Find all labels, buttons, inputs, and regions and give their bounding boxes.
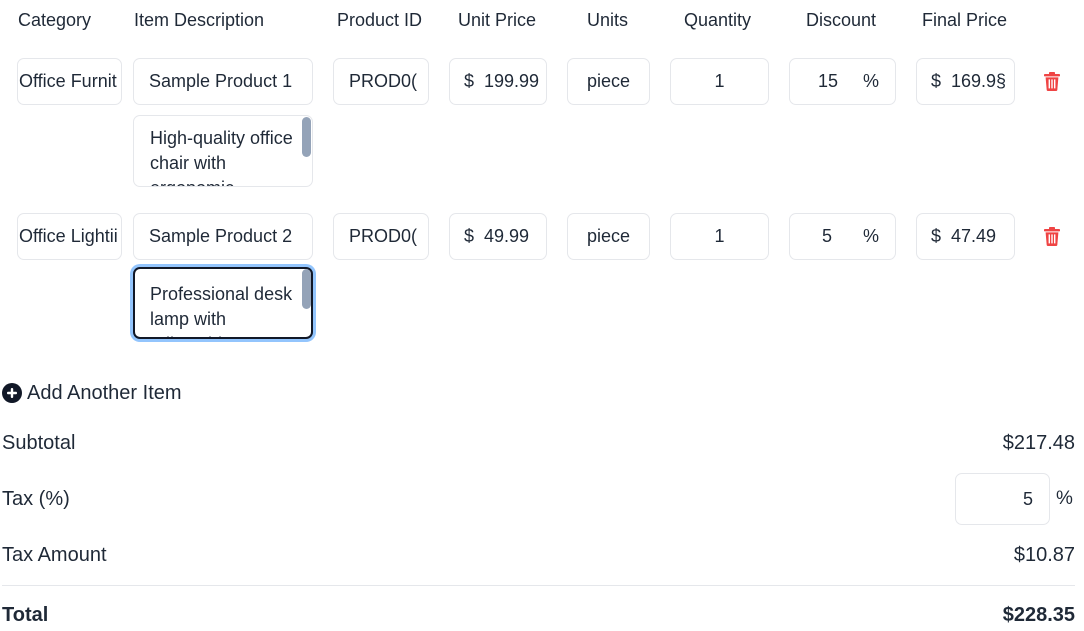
header-product-id: Product ID	[337, 10, 423, 30]
trash-icon[interactable]	[1044, 72, 1060, 91]
scrollbar-thumb[interactable]	[302, 269, 311, 309]
product-name-input[interactable]: Sample Product 2	[133, 213, 313, 260]
scrollbar-thumb[interactable]	[302, 117, 311, 157]
percent-symbol: %	[862, 71, 879, 91]
discount-input[interactable]: 15 %	[789, 58, 896, 105]
item-description-textarea[interactable]: Professional desk lamp with adjustable	[133, 267, 313, 339]
quantity-input[interactable]: 1	[670, 58, 769, 105]
header-unit-price: Unit Price	[458, 10, 537, 30]
header-item-description: Item Description	[134, 10, 265, 30]
product-name-input[interactable]: Sample Product 1	[133, 58, 313, 105]
tax-label: Tax (%)	[2, 488, 70, 510]
units-input[interactable]: piece	[567, 213, 650, 260]
add-item-label: Add Another Item	[27, 381, 182, 404]
tax-input[interactable]: 5	[955, 473, 1050, 525]
currency-symbol: $	[931, 71, 942, 91]
tax-amount-value: $10.87	[1013, 544, 1075, 566]
units-input[interactable]: piece	[567, 58, 650, 105]
final-price-value: 47.49	[951, 226, 997, 246]
total-value: $228.35	[1002, 604, 1075, 626]
final-price-field: $ 47.49	[916, 213, 1015, 260]
currency-symbol: $	[931, 226, 942, 246]
unit-price-input[interactable]: $ 49.99	[449, 213, 547, 260]
discount-value: 15	[818, 71, 839, 91]
percent-symbol: %	[862, 226, 879, 246]
subtotal-value: $217.48	[1002, 432, 1075, 454]
product-id-input[interactable]: PROD0(	[333, 58, 429, 105]
final-price-value: 169.9§	[951, 71, 1007, 91]
header-quantity: Quantity	[684, 10, 752, 30]
tax-amount-label: Tax Amount	[2, 544, 107, 566]
category-input[interactable]: Office Furnit	[17, 58, 122, 105]
add-item-button[interactable]: Add Another Item	[2, 380, 182, 406]
header-category: Category	[18, 10, 92, 30]
unit-price-value: 49.99	[484, 226, 530, 246]
header-discount: Discount	[806, 10, 877, 30]
subtotal-label: Subtotal	[2, 432, 76, 454]
description-text: High-quality office chair with ergonomic	[150, 128, 293, 186]
tax-percent-symbol: %	[1056, 488, 1073, 509]
header-units: Units	[587, 10, 629, 30]
category-input[interactable]: Office Lightii	[17, 213, 122, 260]
header-final-price: Final Price	[922, 10, 1008, 30]
unit-price-input[interactable]: $ 199.99	[449, 58, 547, 105]
total-label: Total	[2, 604, 49, 626]
currency-symbol: $	[464, 71, 475, 91]
unit-price-value: 199.99	[484, 71, 540, 91]
description-text: Professional desk lamp with adjustable	[150, 284, 293, 337]
final-price-field: $ 169.9§	[916, 58, 1015, 105]
plus-circle-icon	[2, 383, 22, 403]
quantity-input[interactable]: 1	[670, 213, 769, 260]
discount-input[interactable]: 5 %	[789, 213, 896, 260]
currency-symbol: $	[464, 226, 475, 246]
divider	[2, 585, 1075, 586]
item-description-textarea[interactable]: High-quality office chair with ergonomic	[133, 115, 313, 187]
product-id-input[interactable]: PROD0(	[333, 213, 429, 260]
trash-icon[interactable]	[1044, 227, 1060, 246]
discount-value: 5	[822, 226, 833, 246]
